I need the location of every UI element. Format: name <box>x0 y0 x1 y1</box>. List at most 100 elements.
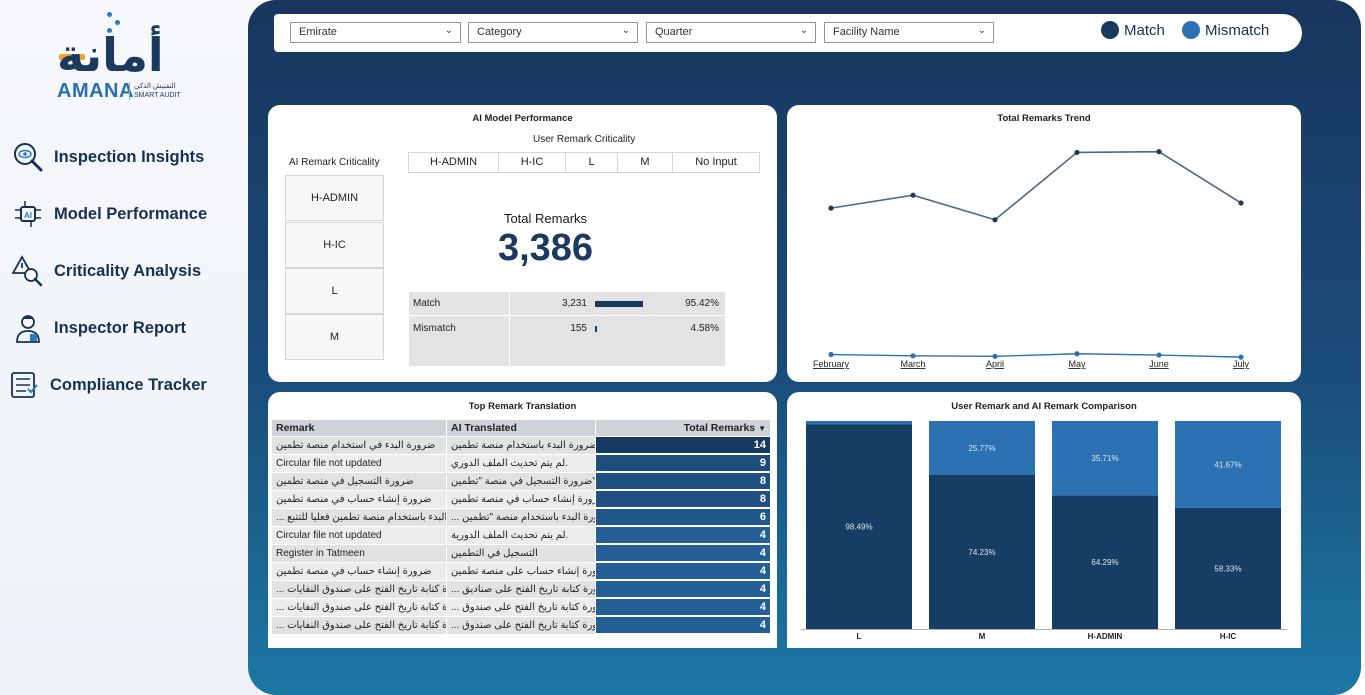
magnifier-eye-icon <box>10 140 46 174</box>
column-header[interactable]: No Input <box>672 152 760 173</box>
total-remarks-column-header[interactable]: Total Remarks ▼ <box>596 420 770 436</box>
nav-item-inspection-insights[interactable]: Inspection Insights <box>10 140 250 174</box>
table-row[interactable]: ... ضرورة البدء باستخدام منصة تطمين فعلي… <box>272 509 770 527</box>
total-remarks-cell: 6 <box>596 509 770 526</box>
data-point[interactable] <box>1156 352 1162 358</box>
remark-cell: ضرورة إنشاء حساب في منصة تطمين <box>272 563 446 580</box>
remark-cell: ... ضرورة كتابة تاريخ الفتح على صندوق ال… <box>272 599 446 616</box>
legend-mismatch: Mismatch <box>1182 21 1269 39</box>
total-remarks-cell: 4 <box>596 545 770 562</box>
data-point[interactable] <box>1156 149 1162 155</box>
row-header[interactable]: H-IC <box>285 222 384 268</box>
remark-column-header[interactable]: Remark <box>272 420 446 436</box>
data-label: 41.67% <box>1214 460 1241 469</box>
data-label: 64.29% <box>1091 558 1118 567</box>
translation-card: Top Remark Translation Remark AI Transla… <box>268 392 777 648</box>
table-row[interactable]: ضرورة التسجيل في منصة تطمين ضرورة التسجيل… <box>272 473 770 491</box>
remark-cell: Circular file not updated <box>272 527 446 544</box>
table-row[interactable]: ضرورة البدء في استخدام منصة تطمين ضرورة ا… <box>272 437 770 455</box>
nav-label: Inspection Insights <box>54 147 205 166</box>
nav-item-inspector-report[interactable]: Inspector Report <box>10 311 250 345</box>
table-row[interactable]: Mismatch 155 4.58% <box>409 317 725 341</box>
user-criticality-header: User Remark Criticality <box>533 134 636 145</box>
row-header[interactable]: L <box>285 268 384 314</box>
data-point[interactable] <box>910 353 916 359</box>
sort-descending-icon: ▼ <box>758 424 766 433</box>
ai-translated-cell: ... ضرورة كتابة تاريخ الفتح على صندوق <box>447 617 595 634</box>
card-title: AI Model Performance <box>472 113 573 124</box>
data-point[interactable] <box>1238 200 1244 206</box>
total-remarks-value: 3,386 <box>497 227 594 269</box>
row-header[interactable]: H-ADMIN <box>285 175 384 221</box>
ai-translated-cell: لم يتم تحديث الملف الدوري. <box>447 455 595 472</box>
remark-cell: Register in Tatmeen <box>272 545 446 562</box>
column-header[interactable]: L <box>565 152 618 173</box>
column-header[interactable]: M <box>617 152 673 173</box>
remark-cell: ... ضرورة البدء باستخدام منصة تطمين فعلي… <box>272 509 446 526</box>
column-header[interactable]: H-IC <box>498 152 566 173</box>
series-line-match <box>830 150 1242 221</box>
nav-item-compliance-tracker[interactable]: Compliance Tracker <box>6 368 250 402</box>
x-tick-label: February <box>813 359 850 369</box>
data-point[interactable] <box>910 192 916 198</box>
legend-match: Match <box>1101 21 1165 39</box>
x-tick-label: L <box>857 632 862 641</box>
table-row[interactable]: ... ضرورة كتابة تاريخ الفتح على صندوق ال… <box>272 617 770 635</box>
chevron-down-icon: ⌄ <box>799 25 808 36</box>
ai-chip-icon: AI <box>10 197 46 231</box>
remark-cell: ضرورة التسجيل في منصة تطمين <box>272 473 446 490</box>
data-point[interactable] <box>1074 149 1080 156</box>
table-row[interactable]: Circular file not updated لم يتم تحديث ال… <box>272 455 770 473</box>
row-header[interactable]: M <box>285 314 384 360</box>
quarter-select[interactable]: Quarter ⌄ <box>646 22 816 43</box>
data-point[interactable] <box>828 205 834 211</box>
ai-criticality-header: AI Remark Criticality <box>289 157 380 168</box>
brand-arabic-name: أمانة <box>57 28 166 82</box>
ai-translated-cell: ... ضرورة كتابة تاريخ الفتح على صناديق <box>447 581 595 598</box>
nav-label: Model Performance <box>54 204 208 223</box>
mismatch-share-bar <box>595 326 598 332</box>
column-header[interactable]: H-ADMIN <box>408 152 499 173</box>
table-row[interactable]: Register in Tatmeen التسجيل في التطمين 4 <box>272 545 770 563</box>
facility-select[interactable]: Facility Name ⌄ <box>824 22 994 43</box>
table-row[interactable]: ضرورة إنشاء حساب في منصة تطمينضرورة إنشا… <box>272 491 770 509</box>
data-point[interactable] <box>828 351 834 358</box>
bar-mismatch[interactable] <box>806 421 912 425</box>
remark-cell: Circular file not updated <box>272 455 446 472</box>
series-line-mismatch <box>830 353 1242 358</box>
table-row[interactable]: Match 3,231 95.42% <box>409 292 725 316</box>
x-tick-label: M <box>979 632 986 641</box>
table-row[interactable]: ... ضرورة كتابة تاريخ الفتح على صندوق ال… <box>272 599 770 617</box>
total-remarks-cell: 4 <box>596 599 770 616</box>
table-row[interactable]: ... ضرورة كتابة تاريخ الفتح على صندوق ال… <box>272 581 770 599</box>
nav-item-model-performance[interactable]: AI Model Performance <box>10 197 250 231</box>
model-performance-card: AI Model Performance User Remark Critica… <box>268 105 777 382</box>
sidebar: أمانة AMANA التفتيش الذكي SMART AUDIT In… <box>0 0 258 695</box>
table-row[interactable]: Circular file not updated لم يتم تحديث ال… <box>272 527 770 545</box>
x-tick-label: April <box>986 359 1004 369</box>
emirate-select[interactable]: Emirate ⌄ <box>290 22 461 43</box>
table-row[interactable]: ضرورة إنشاء حساب في منصة تطمينضرورة إنشا… <box>272 563 770 581</box>
x-tick-label: H-IC <box>1220 632 1237 641</box>
brand-english-name: AMANA <box>57 80 134 102</box>
ai-translated-column-header[interactable]: AI Translated <box>447 420 595 436</box>
warning-magnifier-icon <box>10 254 46 288</box>
total-remarks-cell: 4 <box>596 527 770 544</box>
data-point[interactable] <box>992 217 998 223</box>
data-label: 74.23% <box>968 548 995 557</box>
total-remarks-cell: 14 <box>596 437 770 454</box>
nav-item-criticality-analysis[interactable]: Criticality Analysis <box>10 254 250 288</box>
match-color-dot <box>1101 21 1119 39</box>
chevron-down-icon: ⌄ <box>977 25 986 36</box>
x-tick-label: July <box>1233 359 1250 369</box>
nav-label: Inspector Report <box>54 318 187 337</box>
total-remarks-cell: 4 <box>596 617 770 634</box>
ai-translated-cell: ضرورة إنشاء حساب على منصة تطمين <box>447 563 595 580</box>
stacked-bar-chart: 98.49% L 74.23% 25.77% M 64.29% 35.71% H-ADMIN 5… <box>801 421 1287 641</box>
total-remarks-cell: 9 <box>596 455 770 472</box>
x-tick-label: H-ADMIN <box>1088 632 1123 641</box>
data-point[interactable] <box>1074 351 1080 357</box>
trend-line-chart: February March April May June July <box>813 149 1250 369</box>
category-select[interactable]: Category ⌄ <box>468 22 638 43</box>
mismatch-color-dot <box>1182 21 1200 39</box>
